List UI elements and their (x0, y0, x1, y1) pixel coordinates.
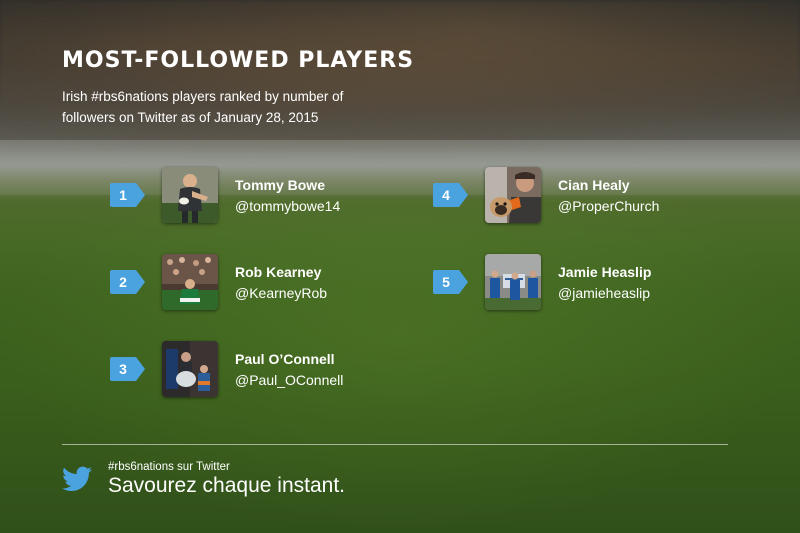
player-card-1: 1 Tommy Bowe @tommybowe14 (110, 167, 410, 223)
rank-badge: 3 (110, 357, 145, 381)
player-name: Cian Healy (558, 177, 630, 193)
twitter-handle-link[interactable]: @ProperChurch (558, 198, 659, 214)
player-name: Rob Kearney (235, 264, 322, 280)
twitter-handle-link[interactable]: @jamieheaslip (558, 285, 650, 301)
twitter-handle-link[interactable]: @Paul_OConnell (235, 372, 343, 388)
player-avatar[interactable] (162, 167, 218, 223)
rank-badge: 5 (433, 270, 468, 294)
infographic: MOST-FOLLOWED PLAYERS Irish #rbs6nations… (0, 0, 800, 533)
page-title: MOST-FOLLOWED PLAYERS (62, 48, 415, 73)
slogan: Savourez chaque instant. (108, 474, 345, 497)
player-name: Paul O’Connell (235, 351, 335, 367)
player-avatar[interactable] (485, 254, 541, 310)
twitter-bird-icon[interactable] (62, 466, 92, 492)
player-avatar[interactable] (162, 254, 218, 310)
twitter-handle-link[interactable]: @KearneyRob (235, 285, 327, 301)
player-avatar[interactable] (485, 167, 541, 223)
player-name: Jamie Heaslip (558, 264, 652, 280)
player-avatar[interactable] (162, 341, 218, 397)
rank-badge: 2 (110, 270, 145, 294)
page-subtitle: Irish #rbs6nations players ranked by num… (62, 89, 344, 125)
rank-badge: 1 (110, 183, 145, 207)
footer-divider (62, 444, 728, 445)
rank-badge: 4 (433, 183, 468, 207)
player-card-3: 3 Paul O’Connell @Paul_OConnell (110, 341, 410, 397)
player-card-5: 5 Jamie Heaslip @jamieheaslip (433, 254, 733, 310)
player-card-4: 4 Cian Healy @ProperChurch (433, 167, 733, 223)
player-name: Tommy Bowe (235, 177, 325, 193)
twitter-handle-link[interactable]: @tommybowe14 (235, 198, 340, 214)
player-card-2: 2 Rob Kearney @KearneyRob (110, 254, 410, 310)
hashtag-label[interactable]: #rbs6nations sur Twitter (108, 461, 230, 473)
